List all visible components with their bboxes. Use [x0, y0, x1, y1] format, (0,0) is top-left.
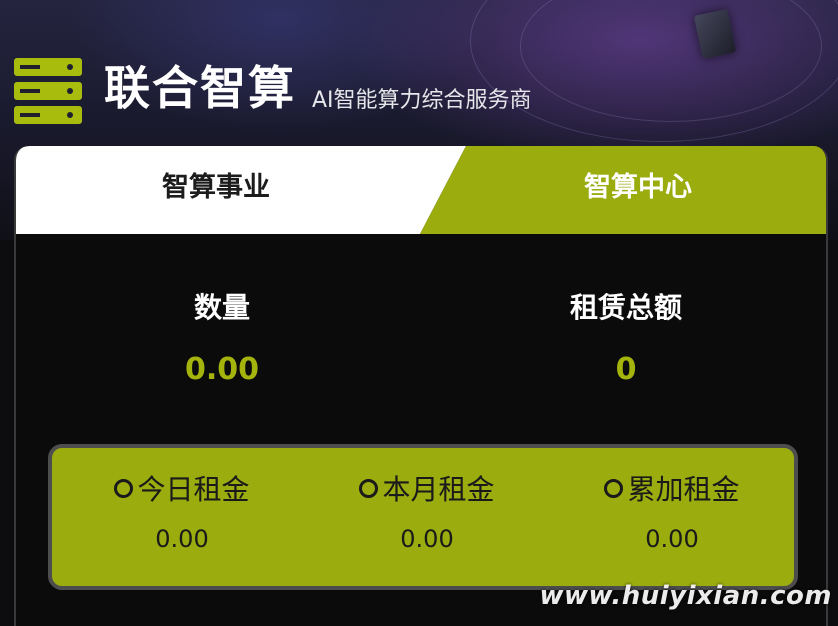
cumulative-rent-value: 0.00: [645, 525, 699, 553]
tab-compute-center[interactable]: 智算中心: [446, 146, 826, 234]
rent-summary-panel: 今日租金 0.00 本月租金 0.00 累加租金 0.00: [48, 444, 798, 590]
tab-bar: 智算事业 智算中心: [16, 146, 826, 234]
today-rent-value: 0.00: [155, 525, 209, 553]
total-lease-value: 0: [615, 352, 637, 387]
tab-compute-business[interactable]: 智算事业: [16, 146, 416, 234]
cumulative-rent-label: 累加租金: [627, 473, 740, 506]
stat-total-lease: 租赁总额 0: [496, 288, 756, 390]
circle-bullet-icon: [114, 478, 134, 498]
watermark: www.huiyixian.com: [539, 581, 832, 611]
stat-quantity: 数量 0.00: [92, 288, 352, 390]
rent-month: 本月租金 0.00: [307, 470, 547, 556]
today-rent-label: 今日租金: [137, 473, 250, 506]
total-lease-label: 租赁总额: [569, 291, 682, 324]
month-rent-value: 0.00: [400, 525, 454, 553]
month-rent-label: 本月租金: [382, 473, 495, 506]
circle-bullet-icon: [359, 478, 379, 498]
quantity-label: 数量: [193, 291, 250, 324]
brand-title: 联合智算: [104, 61, 296, 115]
brand-subtitle: AI智能算力综合服务商: [312, 88, 532, 113]
compute-center-card: 智算事业 智算中心 数量 0.00 租赁总额 0 今日租金 0.00 本月租金 …: [14, 146, 828, 626]
quantity-value: 0.00: [184, 352, 260, 387]
rent-today: 今日租金 0.00: [62, 470, 302, 556]
server-stack-icon: [14, 58, 82, 124]
circle-bullet-icon: [604, 478, 624, 498]
rent-cumulative: 累加租金 0.00: [552, 470, 792, 556]
